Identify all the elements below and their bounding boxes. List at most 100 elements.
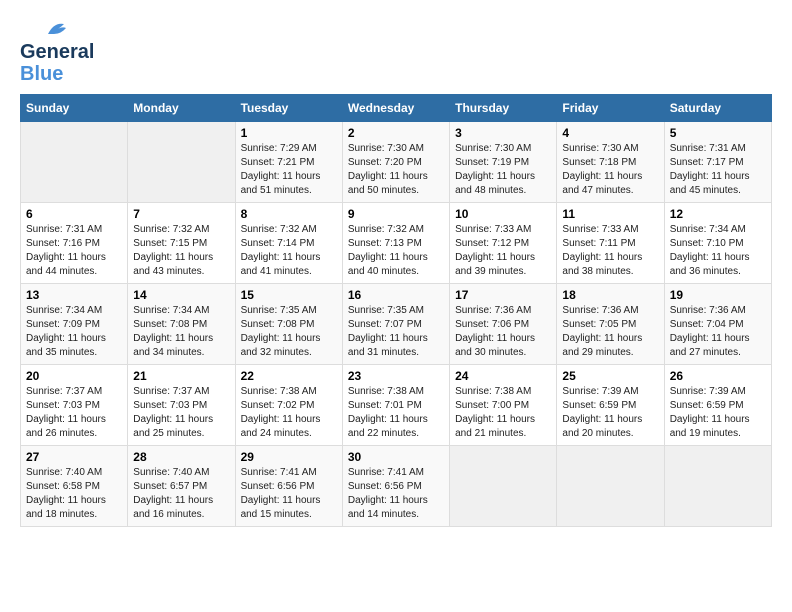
calendar-cell [128,122,235,203]
day-info: Sunrise: 7:34 AMSunset: 7:10 PMDaylight:… [670,223,766,279]
calendar-cell: 9 Sunrise: 7:32 AMSunset: 7:13 PMDaylight… [342,203,449,284]
day-number: 21 [133,369,229,383]
calendar-cell: 5 Sunrise: 7:31 AMSunset: 7:17 PMDaylight… [664,122,771,203]
calendar-cell: 3 Sunrise: 7:30 AMSunset: 7:19 PMDaylight… [450,122,557,203]
day-info: Sunrise: 7:38 AMSunset: 7:01 PMDaylight:… [348,385,444,441]
weekday-header-thursday: Thursday [450,95,557,122]
day-info: Sunrise: 7:39 AMSunset: 6:59 PMDaylight:… [670,385,766,441]
calendar-cell: 23 Sunrise: 7:38 AMSunset: 7:01 PMDayligh… [342,365,449,446]
calendar-cell: 8Sunrise: 7:32 AMSunset: 7:14 PMDaylight… [235,203,342,284]
week-row-5: 27 Sunrise: 7:40 AMSunset: 6:58 PMDayligh… [21,446,772,527]
weekday-header-tuesday: Tuesday [235,95,342,122]
day-number: 22 [241,369,337,383]
day-number: 23 [348,369,444,383]
day-number: 15 [241,288,337,302]
day-info: Sunrise: 7:33 AMSunset: 7:11 PMDaylight:… [562,223,658,279]
day-number: 20 [26,369,122,383]
day-number: 28 [133,450,229,464]
day-info: Sunrise: 7:37 AMSunset: 7:03 PMDaylight:… [133,385,229,441]
day-info: Sunrise: 7:34 AMSunset: 7:08 PMDaylight:… [133,304,229,360]
day-info: Sunrise: 7:38 AMSunset: 7:00 PMDaylight:… [455,385,551,441]
day-info: Sunrise: 7:41 AMSunset: 6:56 PMDaylight:… [348,466,444,522]
day-number: 3 [455,126,551,140]
day-info: Sunrise: 7:29 AMSunset: 7:21 PMDaylight:… [241,142,337,198]
day-number: 8 [241,207,337,221]
day-info: Sunrise: 7:40 AMSunset: 6:58 PMDaylight:… [26,466,122,522]
day-number: 14 [133,288,229,302]
day-number: 13 [26,288,122,302]
calendar-cell: 30 Sunrise: 7:41 AMSunset: 6:56 PMDayligh… [342,446,449,527]
day-info: Sunrise: 7:38 AMSunset: 7:02 PMDaylight:… [241,385,337,441]
calendar-cell: 14 Sunrise: 7:34 AMSunset: 7:08 PMDayligh… [128,284,235,365]
day-number: 11 [562,207,658,221]
calendar-cell [21,122,128,203]
calendar-cell: 20 Sunrise: 7:37 AMSunset: 7:03 PMDayligh… [21,365,128,446]
day-info: Sunrise: 7:36 AMSunset: 7:05 PMDaylight:… [562,304,658,360]
day-info: Sunrise: 7:32 AMSunset: 7:15 PMDaylight:… [133,223,229,279]
calendar-cell: 1 Sunrise: 7:29 AMSunset: 7:21 PMDaylight… [235,122,342,203]
day-info: Sunrise: 7:37 AMSunset: 7:03 PMDaylight:… [26,385,122,441]
calendar-cell: 25Sunrise: 7:39 AMSunset: 6:59 PMDayligh… [557,365,664,446]
calendar-cell: 4 Sunrise: 7:30 AMSunset: 7:18 PMDaylight… [557,122,664,203]
calendar-cell: 7 Sunrise: 7:32 AMSunset: 7:15 PMDaylight… [128,203,235,284]
calendar-cell: 21 Sunrise: 7:37 AMSunset: 7:03 PMDayligh… [128,365,235,446]
day-info: Sunrise: 7:36 AMSunset: 7:06 PMDaylight:… [455,304,551,360]
day-number: 27 [26,450,122,464]
day-number: 2 [348,126,444,140]
calendar-cell: 15 Sunrise: 7:35 AMSunset: 7:08 PMDayligh… [235,284,342,365]
day-info: Sunrise: 7:41 AMSunset: 6:56 PMDaylight:… [241,466,337,522]
weekday-header-sunday: Sunday [21,95,128,122]
day-number: 4 [562,126,658,140]
calendar-cell: 28 Sunrise: 7:40 AMSunset: 6:57 PMDayligh… [128,446,235,527]
calendar-cell: 19Sunrise: 7:36 AMSunset: 7:04 PMDayligh… [664,284,771,365]
week-row-2: 6 Sunrise: 7:31 AMSunset: 7:16 PMDaylight… [21,203,772,284]
day-number: 24 [455,369,551,383]
day-info: Sunrise: 7:35 AMSunset: 7:08 PMDaylight:… [241,304,337,360]
calendar-cell [664,446,771,527]
calendar-cell: 12Sunrise: 7:34 AMSunset: 7:10 PMDayligh… [664,203,771,284]
day-number: 5 [670,126,766,140]
day-number: 30 [348,450,444,464]
day-number: 29 [241,450,337,464]
day-number: 7 [133,207,229,221]
day-number: 6 [26,207,122,221]
week-row-4: 20 Sunrise: 7:37 AMSunset: 7:03 PMDayligh… [21,365,772,446]
day-number: 17 [455,288,551,302]
day-info: Sunrise: 7:40 AMSunset: 6:57 PMDaylight:… [133,466,229,522]
week-row-3: 13Sunrise: 7:34 AMSunset: 7:09 PMDayligh… [21,284,772,365]
weekday-header-friday: Friday [557,95,664,122]
calendar-cell: 11 Sunrise: 7:33 AMSunset: 7:11 PMDayligh… [557,203,664,284]
week-row-1: 1 Sunrise: 7:29 AMSunset: 7:21 PMDaylight… [21,122,772,203]
calendar-cell: 18Sunrise: 7:36 AMSunset: 7:05 PMDayligh… [557,284,664,365]
calendar-cell: 10 Sunrise: 7:33 AMSunset: 7:12 PMDayligh… [450,203,557,284]
day-info: Sunrise: 7:31 AMSunset: 7:16 PMDaylight:… [26,223,122,279]
logo: General Blue [20,20,68,84]
day-info: Sunrise: 7:30 AMSunset: 7:19 PMDaylight:… [455,142,551,198]
day-info: Sunrise: 7:36 AMSunset: 7:04 PMDaylight:… [670,304,766,360]
day-number: 1 [241,126,337,140]
weekday-header-wednesday: Wednesday [342,95,449,122]
calendar-cell: 16Sunrise: 7:35 AMSunset: 7:07 PMDayligh… [342,284,449,365]
day-info: Sunrise: 7:39 AMSunset: 6:59 PMDaylight:… [562,385,658,441]
calendar-cell: 26 Sunrise: 7:39 AMSunset: 6:59 PMDayligh… [664,365,771,446]
day-number: 16 [348,288,444,302]
weekday-header-saturday: Saturday [664,95,771,122]
day-info: Sunrise: 7:30 AMSunset: 7:20 PMDaylight:… [348,142,444,198]
day-number: 10 [455,207,551,221]
calendar-cell [557,446,664,527]
calendar-cell: 27 Sunrise: 7:40 AMSunset: 6:58 PMDayligh… [21,446,128,527]
calendar-cell: 13Sunrise: 7:34 AMSunset: 7:09 PMDayligh… [21,284,128,365]
day-info: Sunrise: 7:33 AMSunset: 7:12 PMDaylight:… [455,223,551,279]
calendar-cell: 29 Sunrise: 7:41 AMSunset: 6:56 PMDayligh… [235,446,342,527]
calendar-cell: 2 Sunrise: 7:30 AMSunset: 7:20 PMDaylight… [342,122,449,203]
calendar-cell [450,446,557,527]
day-number: 9 [348,207,444,221]
day-info: Sunrise: 7:30 AMSunset: 7:18 PMDaylight:… [562,142,658,198]
calendar-cell: 22 Sunrise: 7:38 AMSunset: 7:02 PMDayligh… [235,365,342,446]
day-number: 26 [670,369,766,383]
weekday-header-monday: Monday [128,95,235,122]
day-info: Sunrise: 7:32 AMSunset: 7:13 PMDaylight:… [348,223,444,279]
page-header: General Blue [20,20,772,84]
day-info: Sunrise: 7:31 AMSunset: 7:17 PMDaylight:… [670,142,766,198]
calendar-table: SundayMondayTuesdayWednesdayThursdayFrid… [20,94,772,527]
